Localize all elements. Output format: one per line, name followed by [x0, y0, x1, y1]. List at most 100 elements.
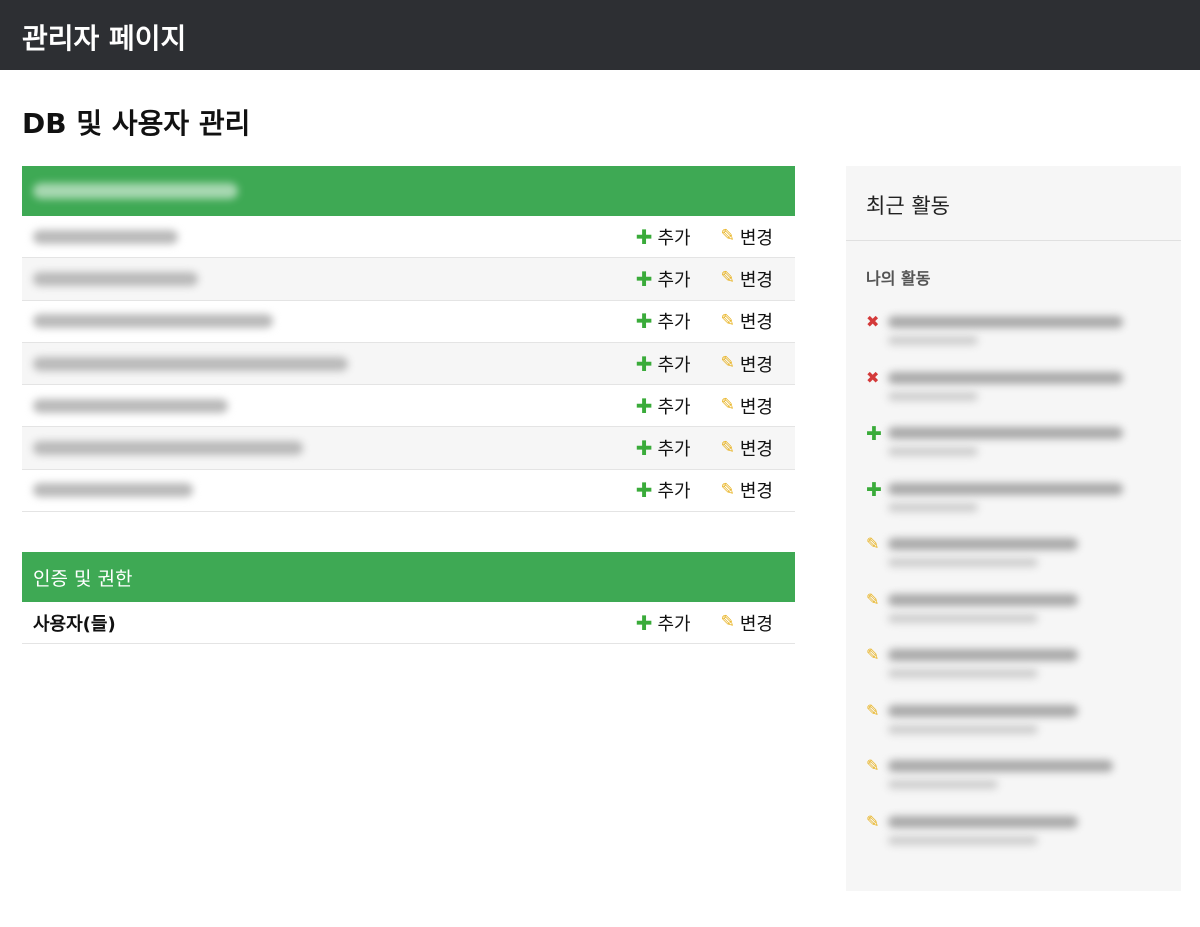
- recent-action-item[interactable]: ✎: [866, 536, 1166, 580]
- change-label: 변경: [739, 354, 773, 376]
- model-name-redacted[interactable]: [33, 216, 178, 257]
- pencil-icon: ✎: [866, 756, 880, 775]
- recent-action-type-redacted: [888, 447, 978, 456]
- pencil-icon: ✎: [866, 645, 880, 664]
- pencil-icon: ✎: [866, 534, 880, 553]
- recent-action-type-redacted: [888, 558, 1038, 567]
- change-label: 변경: [739, 613, 773, 635]
- pencil-icon: ✎: [866, 811, 880, 831]
- recent-action-item[interactable]: ✎: [866, 758, 1166, 802]
- site-title[interactable]: 관리자 페이지: [22, 17, 186, 57]
- model-name-redacted[interactable]: [33, 343, 348, 384]
- recent-actions-panel: 최근 활동 나의 활동 ✖ ✖ ✚ ✚ ✎ ✎ ✎ ✎ ✎ ✎: [846, 166, 1181, 891]
- recent-action-type-redacted: [888, 780, 998, 789]
- recent-action-type-redacted: [888, 391, 978, 401]
- auth-module-header[interactable]: 인증 및 권한: [22, 552, 795, 602]
- recent-action-object-redacted: [888, 482, 1123, 495]
- auth-module: 인증 및 권한 사용자(들) ✚ 추가 ✎ 변경: [22, 552, 795, 645]
- add-label: 추가: [657, 269, 691, 291]
- model-row: ✚ 추가 ✎ 변경: [22, 385, 795, 428]
- change-model-button[interactable]: ✎ 변경: [721, 393, 773, 419]
- model-row: ✚ 추가 ✎ 변경: [22, 258, 795, 301]
- model-row: ✚ 추가 ✎ 변경: [22, 342, 795, 386]
- recent-action-item[interactable]: ✖: [866, 367, 1166, 414]
- add-model-button[interactable]: ✚ 추가: [636, 477, 691, 503]
- plus-icon: ✚: [635, 478, 653, 503]
- recent-action-object-redacted: [888, 704, 1078, 717]
- change-model-button[interactable]: ✎ 변경: [721, 435, 773, 461]
- add-label: 추가: [657, 396, 691, 418]
- change-label: 변경: [739, 396, 773, 418]
- recent-action-object-redacted: [888, 593, 1078, 606]
- model-name-redacted[interactable]: [33, 258, 198, 299]
- delete-icon: ✖: [866, 312, 880, 331]
- app-module: ✚ 추가 ✎ 변경 ✚ 추가 ✎ 변경 ✚ 추가 ✎ 변경 ✚ 추가 ✎ 변경 ✚ 추가 ✎ 변경 ✚ 추가 ✎ 변경 ✚ 추가 ✎…: [22, 166, 795, 513]
- change-label: 변경: [739, 269, 773, 291]
- plus-icon: ✚: [635, 610, 653, 635]
- pencil-icon: ✎: [720, 226, 735, 247]
- recent-action-object-redacted: [888, 649, 1078, 661]
- page-title: DB 및 사용자 관리: [22, 107, 251, 140]
- recent-action-item[interactable]: ✖: [866, 314, 1166, 358]
- pencil-icon: ✎: [720, 437, 735, 458]
- add-model-button[interactable]: ✚ 추가: [636, 435, 691, 461]
- model-name-redacted[interactable]: [33, 385, 228, 426]
- recent-actions-title: 최근 활동: [866, 194, 950, 218]
- add-model-button[interactable]: ✚ 추가: [636, 224, 691, 250]
- change-model-button[interactable]: ✎ 변경: [721, 224, 773, 250]
- plus-icon: ✚: [635, 436, 653, 461]
- recent-action-object-redacted: [888, 427, 1123, 439]
- app-module-title-redacted: [33, 183, 238, 199]
- recent-action-item[interactable]: ✚: [866, 478, 1166, 525]
- delete-icon: ✖: [866, 367, 880, 387]
- pencil-icon: ✎: [866, 700, 880, 720]
- change-model-button[interactable]: ✎ 변경: [721, 266, 773, 292]
- divider: [846, 240, 1181, 241]
- plus-icon: ✚: [635, 393, 653, 418]
- my-actions-title: 나의 활동: [866, 269, 931, 288]
- pencil-icon: ✎: [720, 268, 735, 289]
- recent-action-item[interactable]: ✎: [866, 700, 1166, 747]
- pencil-icon: ✎: [720, 353, 735, 374]
- add-label: 추가: [657, 354, 691, 376]
- model-row-users: 사용자(들) ✚ 추가 ✎ 변경: [22, 602, 795, 645]
- recent-action-item[interactable]: ✎: [866, 647, 1166, 691]
- add-label: 추가: [657, 439, 691, 461]
- plus-icon: ✚: [635, 224, 653, 249]
- add-model-button[interactable]: ✚ 추가: [636, 393, 691, 419]
- recent-action-item[interactable]: ✎: [866, 589, 1166, 636]
- change-users-button[interactable]: ✎ 변경: [721, 610, 773, 636]
- plus-icon: ✚: [635, 309, 653, 334]
- top-bar: 관리자 페이지: [0, 0, 1200, 70]
- change-model-button[interactable]: ✎ 변경: [721, 477, 773, 503]
- plus-icon: ✚: [635, 351, 653, 376]
- model-name-redacted[interactable]: [33, 301, 273, 342]
- model-row: ✚ 추가 ✎ 변경: [22, 216, 795, 259]
- recent-action-type-redacted: [888, 669, 1038, 678]
- add-model-button[interactable]: ✚ 추가: [636, 351, 691, 377]
- change-model-button[interactable]: ✎ 변경: [721, 351, 773, 377]
- recent-action-object-redacted: [888, 760, 1113, 772]
- add-label: 추가: [657, 227, 691, 249]
- recent-action-type-redacted: [888, 336, 978, 345]
- model-name-redacted[interactable]: [33, 427, 303, 468]
- recent-action-item[interactable]: ✚: [866, 425, 1166, 469]
- add-users-button[interactable]: ✚ 추가: [636, 610, 691, 636]
- add-icon: ✚: [866, 478, 882, 501]
- change-model-button[interactable]: ✎ 변경: [721, 308, 773, 334]
- add-model-button[interactable]: ✚ 추가: [636, 266, 691, 292]
- plus-icon: ✚: [635, 266, 653, 291]
- add-label: 추가: [657, 312, 691, 334]
- add-model-button[interactable]: ✚ 추가: [636, 308, 691, 334]
- app-module-header[interactable]: [22, 166, 795, 216]
- add-icon: ✚: [866, 423, 882, 445]
- recent-action-object-redacted: [888, 815, 1078, 828]
- pencil-icon: ✎: [866, 589, 880, 609]
- recent-action-type-redacted: [888, 724, 1038, 734]
- pencil-icon: ✎: [720, 479, 735, 500]
- model-name-redacted[interactable]: [33, 470, 193, 511]
- model-name-users[interactable]: 사용자(들): [33, 602, 116, 643]
- change-label: 변경: [739, 439, 773, 461]
- app-model-list: ✚ 추가 ✎ 변경 ✚ 추가 ✎ 변경 ✚ 추가 ✎ 변경 ✚ 추가 ✎ 변경 ✚ 추가 ✎ 변경 ✚ 추가 ✎ 변경 ✚ 추가 ✎…: [22, 216, 795, 513]
- recent-action-item[interactable]: ✎: [866, 811, 1166, 858]
